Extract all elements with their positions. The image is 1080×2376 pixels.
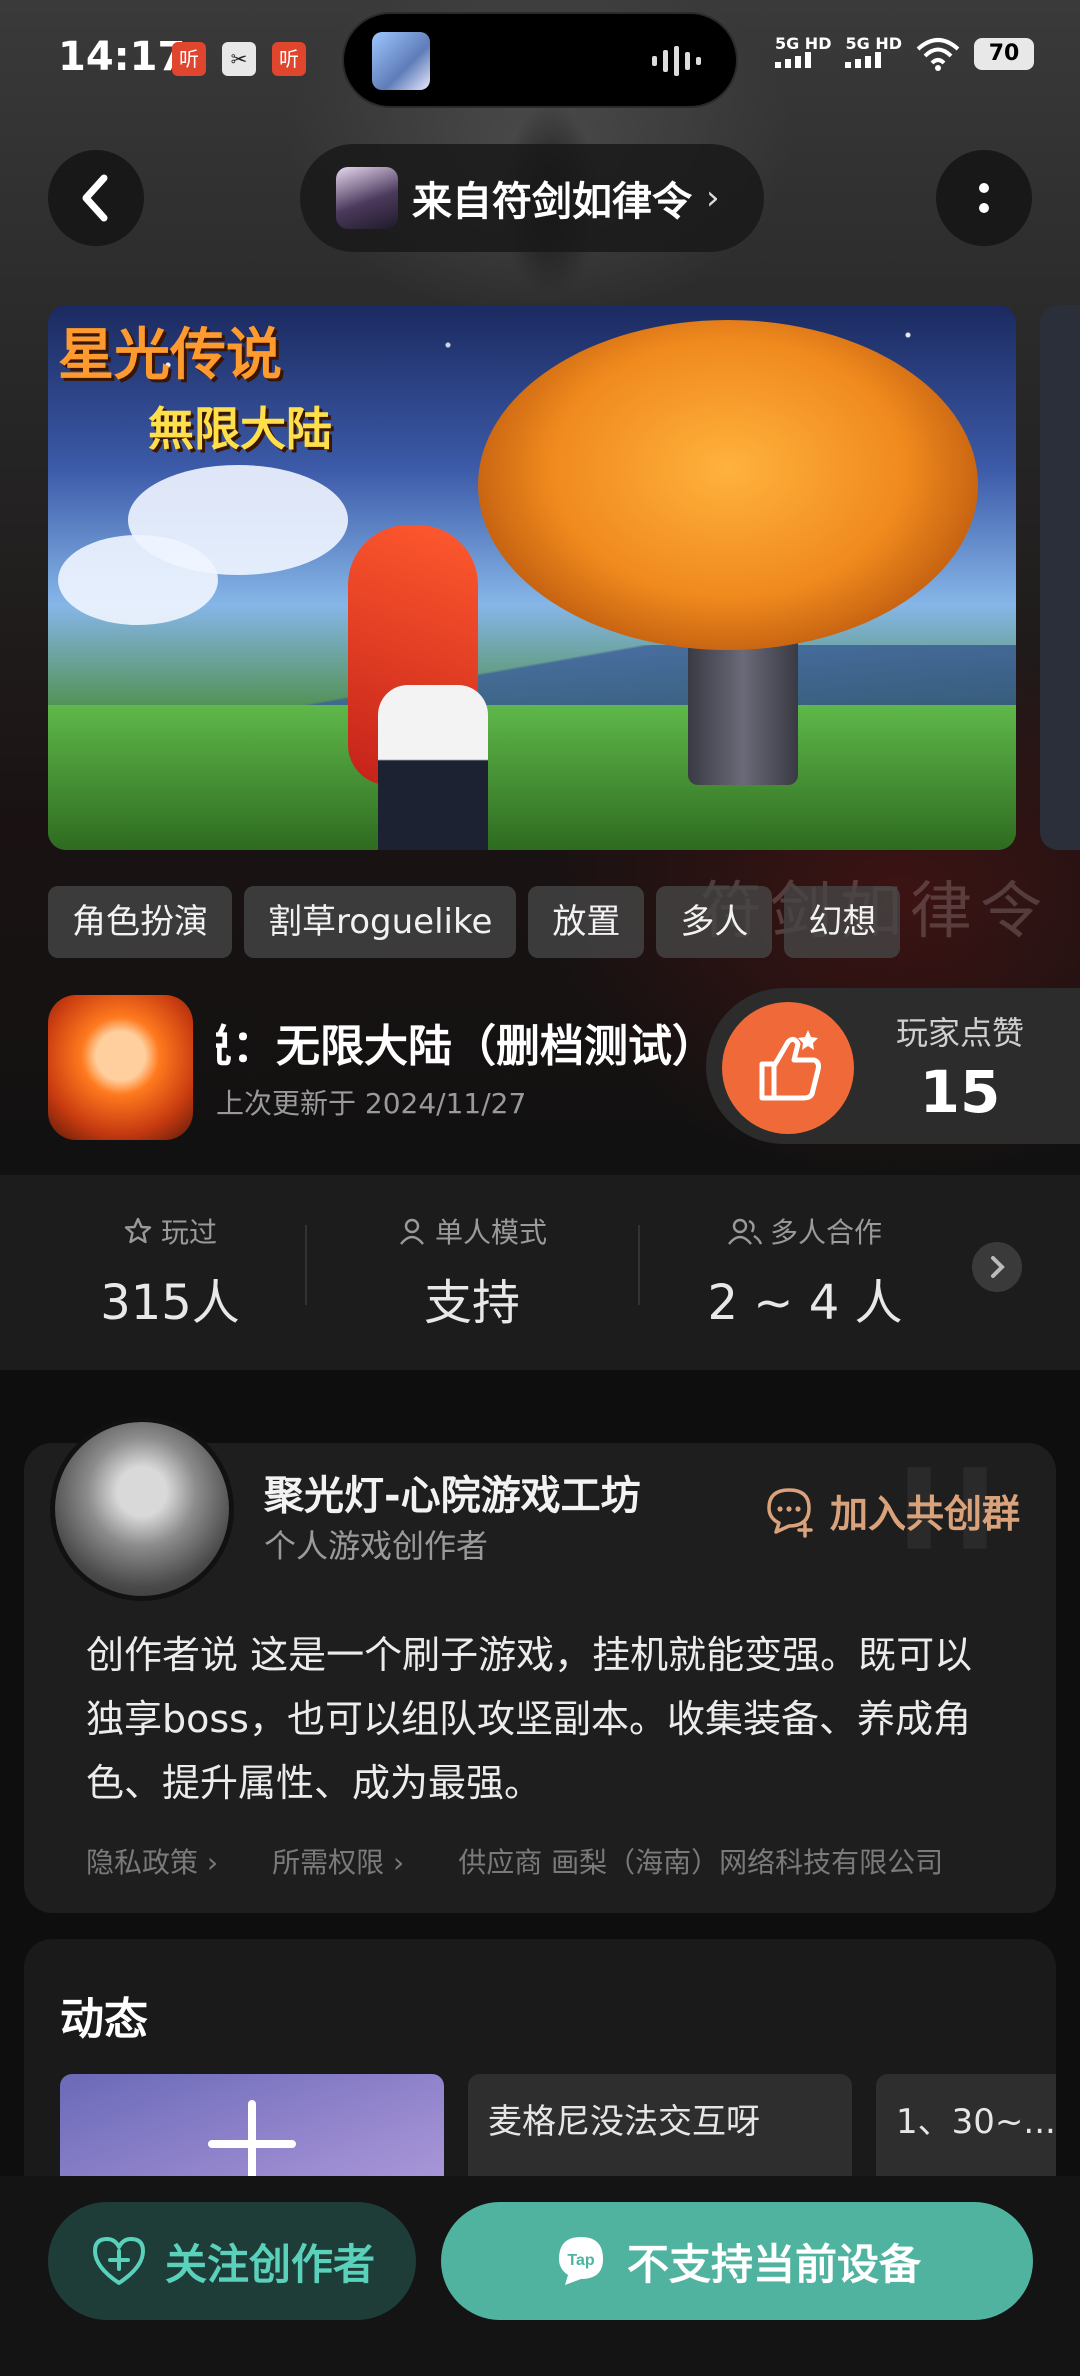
banner-title: 星光传说 xyxy=(58,322,282,388)
stat-value: 支持 xyxy=(423,1275,520,1331)
chevron-left-icon xyxy=(82,174,108,222)
creator-name[interactable]: 聚光灯-心院游戏工坊 xyxy=(264,1463,641,1521)
follow-creator-button[interactable]: 关注创作者 xyxy=(48,2202,416,2320)
audio-wave-icon xyxy=(652,46,701,76)
status-indicators: 5G HD 5G HD 70 xyxy=(774,36,1034,72)
section-title: 动态 xyxy=(60,1994,148,2045)
likes-count: 15 xyxy=(919,1058,1001,1126)
stat-label: 单人模式 xyxy=(434,1216,547,1249)
last-updated: 上次更新于 2024/11/27 xyxy=(216,1087,527,1120)
media-thumbnail xyxy=(372,32,430,90)
chevron-right-icon: › xyxy=(706,178,720,218)
star-icon xyxy=(124,1217,152,1244)
join-group-button[interactable]: 加入共创群 xyxy=(762,1483,1020,1538)
stat-value: 315人 xyxy=(100,1275,240,1331)
creator-role: 个人游戏创作者 xyxy=(264,1527,489,1565)
stat-multiplayer: 多人合作 2 ~ 4 人 xyxy=(655,1211,955,1333)
stat-single-mode: 单人模式 支持 xyxy=(322,1211,622,1333)
back-button[interactable] xyxy=(48,150,144,246)
banner-cloud xyxy=(58,535,218,625)
person-icon xyxy=(400,1218,424,1245)
stat-value: 2 ~ 4 人 xyxy=(707,1275,903,1331)
tag-item[interactable]: 角色扮演 xyxy=(48,886,232,958)
activity-card-text: 麦格尼没法交互呀 xyxy=(488,2102,760,2142)
more-options-button[interactable] xyxy=(936,150,1032,246)
creator-links: 隐私政策 › 所需权限 › 供应商 画梨（海南）网络科技有限公司 xyxy=(86,1841,943,1881)
banner-meadow xyxy=(48,705,1016,850)
tag-item[interactable]: 多人 xyxy=(656,886,773,958)
game-icon[interactable] xyxy=(48,995,193,1140)
source-label: 来自符剑如律令 xyxy=(412,179,692,225)
game-stats: 玩过 315人 单人模式 支持 多人合作 2 ~ 4 人 xyxy=(0,1175,1080,1370)
banner-subtitle: 無限大陆 xyxy=(148,402,332,456)
status-bar: 14:17 听 ✂ 听 5G HD 5G HD 70 xyxy=(0,0,1080,110)
unsupported-device-label: 不支持当前设备 xyxy=(626,2239,921,2289)
scissors-icon: ✂ xyxy=(222,42,256,76)
privacy-policy-link[interactable]: 隐私政策 › xyxy=(86,1841,218,1881)
banner-tree-canopy xyxy=(478,320,978,650)
game-banner[interactable]: 星光传说 無限大陆 xyxy=(48,305,1016,850)
signal-icon: 5G HD xyxy=(774,36,831,72)
unsupported-device-button[interactable]: Tap 不支持当前设备 xyxy=(441,2202,1033,2320)
creator-avatar[interactable] xyxy=(50,1417,234,1601)
people-icon xyxy=(728,1218,762,1245)
tag-item[interactable]: 放置 xyxy=(528,886,645,958)
activity-card-text: 1、30~... xyxy=(896,2102,1056,2142)
tag-item[interactable]: 幻想 xyxy=(784,886,901,958)
notification-icon: 听 xyxy=(272,42,306,76)
game-title-container: 星光传说：无限大陆（删档测试） xyxy=(216,1010,716,1070)
svg-text:Tap: Tap xyxy=(567,2252,594,2269)
tag-item[interactable]: 割草roguelike xyxy=(244,886,517,958)
stat-label: 多人合作 xyxy=(769,1216,882,1249)
likes-label: 玩家点赞 xyxy=(895,1014,1024,1052)
signal-icon: 5G HD xyxy=(845,36,902,72)
stat-label: 玩过 xyxy=(160,1216,217,1249)
join-group-label: 加入共创群 xyxy=(829,1492,1020,1536)
group-chat-add-icon xyxy=(767,1487,813,1538)
next-banner-peek[interactable] xyxy=(1040,305,1080,850)
stat-played: 玩过 315人 xyxy=(20,1211,320,1333)
chevron-right-icon xyxy=(991,1256,1005,1278)
divider xyxy=(638,1225,640,1305)
banner-character xyxy=(378,685,488,850)
divider xyxy=(305,1225,307,1305)
heart-plus-icon xyxy=(92,2237,145,2285)
status-time: 14:17 xyxy=(58,34,186,80)
game-title: 星光传说：无限大陆（删档测试） xyxy=(216,1021,716,1070)
more-vertical-icon xyxy=(979,183,989,213)
battery-indicator: 70 xyxy=(974,38,1034,70)
creator-description: 创作者说 这是一个刷子游戏，挂机就能变强。既可以独享boss，也可以组队攻坚副本… xyxy=(86,1633,973,1805)
stats-more-button[interactable] xyxy=(972,1242,1022,1292)
taptap-icon: Tap xyxy=(558,2237,603,2285)
like-button[interactable] xyxy=(722,1002,854,1134)
tag-list: 角色扮演 割草roguelike 放置 多人 幻想 xyxy=(48,886,901,958)
dynamic-island[interactable] xyxy=(342,12,738,108)
permissions-link[interactable]: 所需权限 › xyxy=(272,1841,404,1881)
source-channel-link[interactable]: 来自符剑如律令 › xyxy=(300,144,764,252)
notification-icon: 听 xyxy=(172,42,206,76)
source-avatar xyxy=(336,167,398,229)
supplier-info: 供应商 画梨（海南）网络科技有限公司 xyxy=(458,1846,944,1879)
follow-creator-label: 关注创作者 xyxy=(164,2239,375,2289)
wifi-icon xyxy=(916,38,960,71)
thumbs-up-icon xyxy=(759,1030,821,1101)
